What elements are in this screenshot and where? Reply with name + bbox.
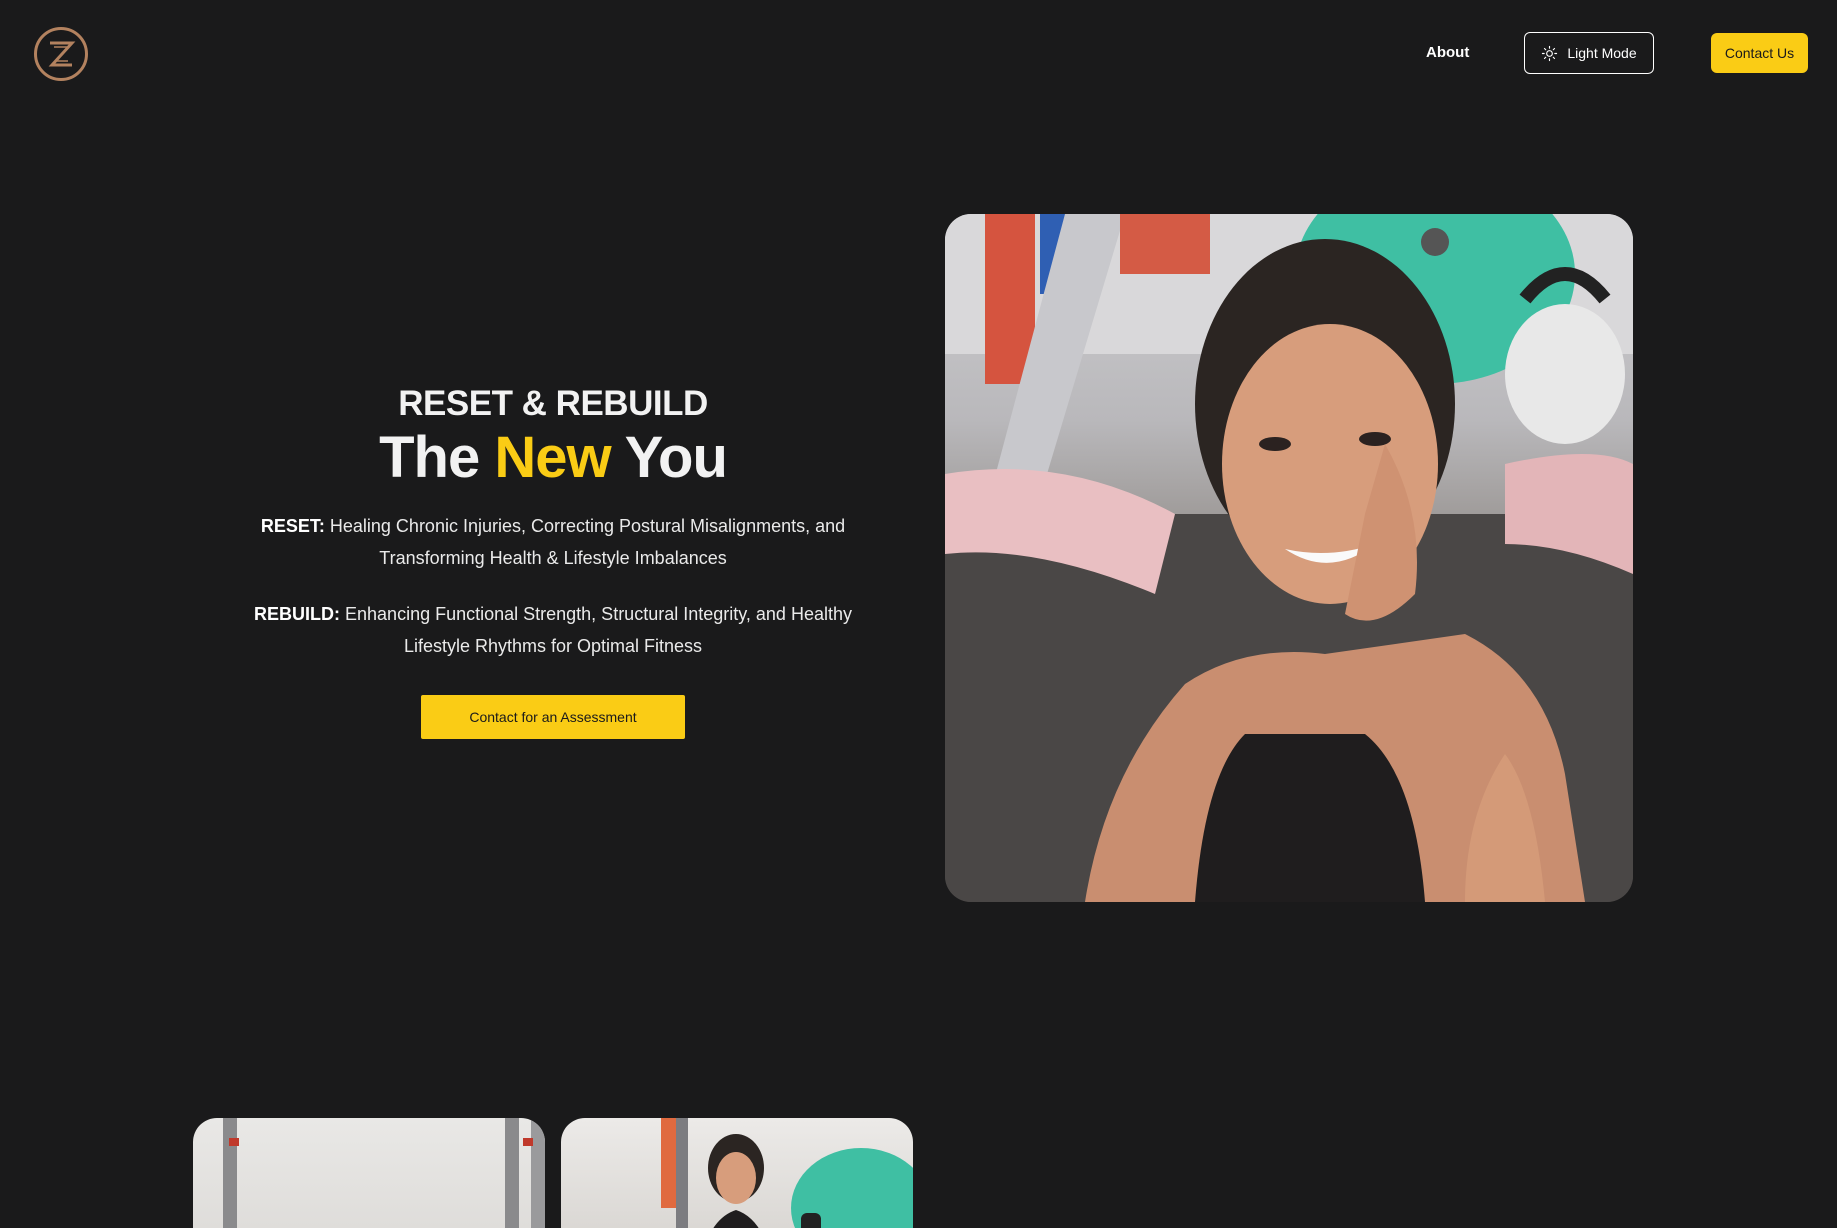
z-monogram-icon [48, 41, 76, 67]
hero-photo [945, 214, 1633, 902]
headline-part2: You [610, 425, 728, 490]
hero-headline: The New You [232, 428, 874, 488]
nav-about-link[interactable]: About [1426, 44, 1469, 61]
page: About Light Mode Contact Us RESET & REBU… [0, 0, 1837, 1228]
reset-label: RESET: [260, 516, 325, 536]
reset-paragraph: RESET: Healing Chronic Injuries, Correct… [232, 510, 874, 574]
reset-text: Healing Chronic Injuries, Correcting Pos… [324, 516, 846, 568]
z-monogram-logo[interactable] [34, 27, 88, 81]
contact-us-button[interactable]: Contact Us [1711, 33, 1808, 73]
gallery-card-2[interactable] [561, 1118, 913, 1228]
contact-assessment-button[interactable]: Contact for an Assessment [421, 695, 685, 739]
light-mode-label: Light Mode [1567, 45, 1637, 61]
light-mode-toggle-button[interactable]: Light Mode [1524, 32, 1654, 74]
gallery-photo-2 [661, 1118, 913, 1228]
gallery-photo-1 [223, 1118, 545, 1228]
headline-part1: The [379, 425, 495, 490]
sun-icon [1542, 45, 1558, 61]
headline-accent: New [494, 425, 611, 490]
gallery-card-1[interactable] [193, 1118, 545, 1228]
hero-eyebrow: RESET & REBUILD [398, 384, 708, 423]
rebuild-text: Enhancing Functional Strength, Structura… [340, 604, 852, 656]
hero-text: RESET & REBUILD The New You RESET: Heali… [232, 380, 874, 739]
rebuild-paragraph: REBUILD: Enhancing Functional Strength, … [232, 598, 874, 662]
rebuild-label: REBUILD: [254, 604, 341, 624]
hero-photo-illustration [945, 214, 1633, 902]
